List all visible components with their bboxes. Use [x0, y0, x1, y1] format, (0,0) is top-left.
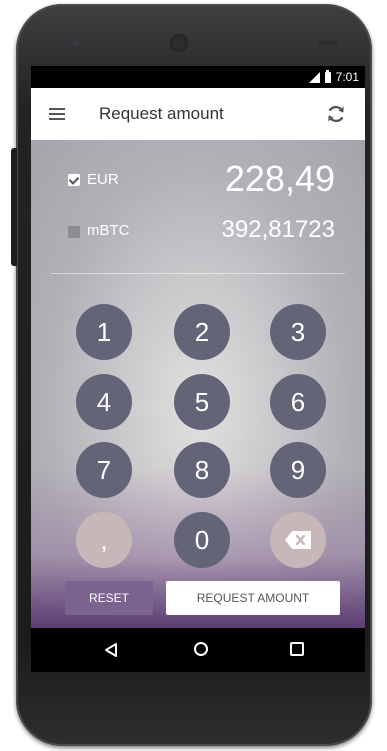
- hamburger-menu-icon[interactable]: [49, 108, 65, 120]
- request-amount-button[interactable]: REQUEST AMOUNT: [166, 581, 340, 615]
- status-bar: 7:01: [31, 66, 365, 88]
- back-icon[interactable]: [103, 642, 119, 658]
- signal-icon: [308, 71, 320, 83]
- sync-icon[interactable]: [325, 103, 347, 125]
- phone-screen: 7:01 Request amount EUR 228,49 mBTC 392,…: [31, 66, 365, 672]
- phone-side-button: [11, 148, 17, 266]
- backspace-button[interactable]: [270, 512, 326, 568]
- eur-checkbox[interactable]: [68, 174, 80, 186]
- currency-label: mBTC: [87, 222, 130, 239]
- key-7[interactable]: 7: [76, 442, 132, 498]
- battery-icon: [324, 69, 331, 83]
- reset-button[interactable]: RESET: [65, 581, 153, 615]
- key-4[interactable]: 4: [76, 374, 132, 430]
- secondary-amount: 392,81723: [221, 216, 335, 243]
- currency-row-mbtc[interactable]: mBTC 392,81723: [31, 208, 365, 248]
- key-0[interactable]: 0: [174, 512, 230, 568]
- key-8[interactable]: 8: [174, 442, 230, 498]
- backspace-icon: [285, 531, 311, 549]
- key-comma[interactable]: ,: [76, 512, 132, 568]
- key-2[interactable]: 2: [174, 304, 230, 360]
- front-camera: [73, 40, 79, 46]
- home-icon[interactable]: [194, 642, 208, 656]
- key-3[interactable]: 3: [270, 304, 326, 360]
- nav-bar: [31, 628, 365, 672]
- page-title: Request amount: [99, 104, 224, 123]
- amount-panel: EUR 228,49 mBTC 392,81723 1 2 3 4 5 6 7 …: [31, 140, 365, 628]
- mbtc-checkbox[interactable]: [68, 226, 80, 238]
- key-5[interactable]: 5: [174, 374, 230, 430]
- currency-row-eur[interactable]: EUR 228,49: [31, 158, 365, 199]
- app-bar: Request amount: [31, 88, 365, 140]
- key-1[interactable]: 1: [76, 304, 132, 360]
- recent-apps-icon[interactable]: [290, 642, 304, 656]
- earpiece: [170, 34, 188, 52]
- currency-label: EUR: [87, 171, 119, 188]
- key-6[interactable]: 6: [270, 374, 326, 430]
- proximity-sensor: [318, 41, 338, 45]
- key-9[interactable]: 9: [270, 442, 326, 498]
- divider: [51, 273, 345, 274]
- status-time: 7:01: [335, 70, 359, 84]
- primary-amount: 228,49: [224, 158, 335, 199]
